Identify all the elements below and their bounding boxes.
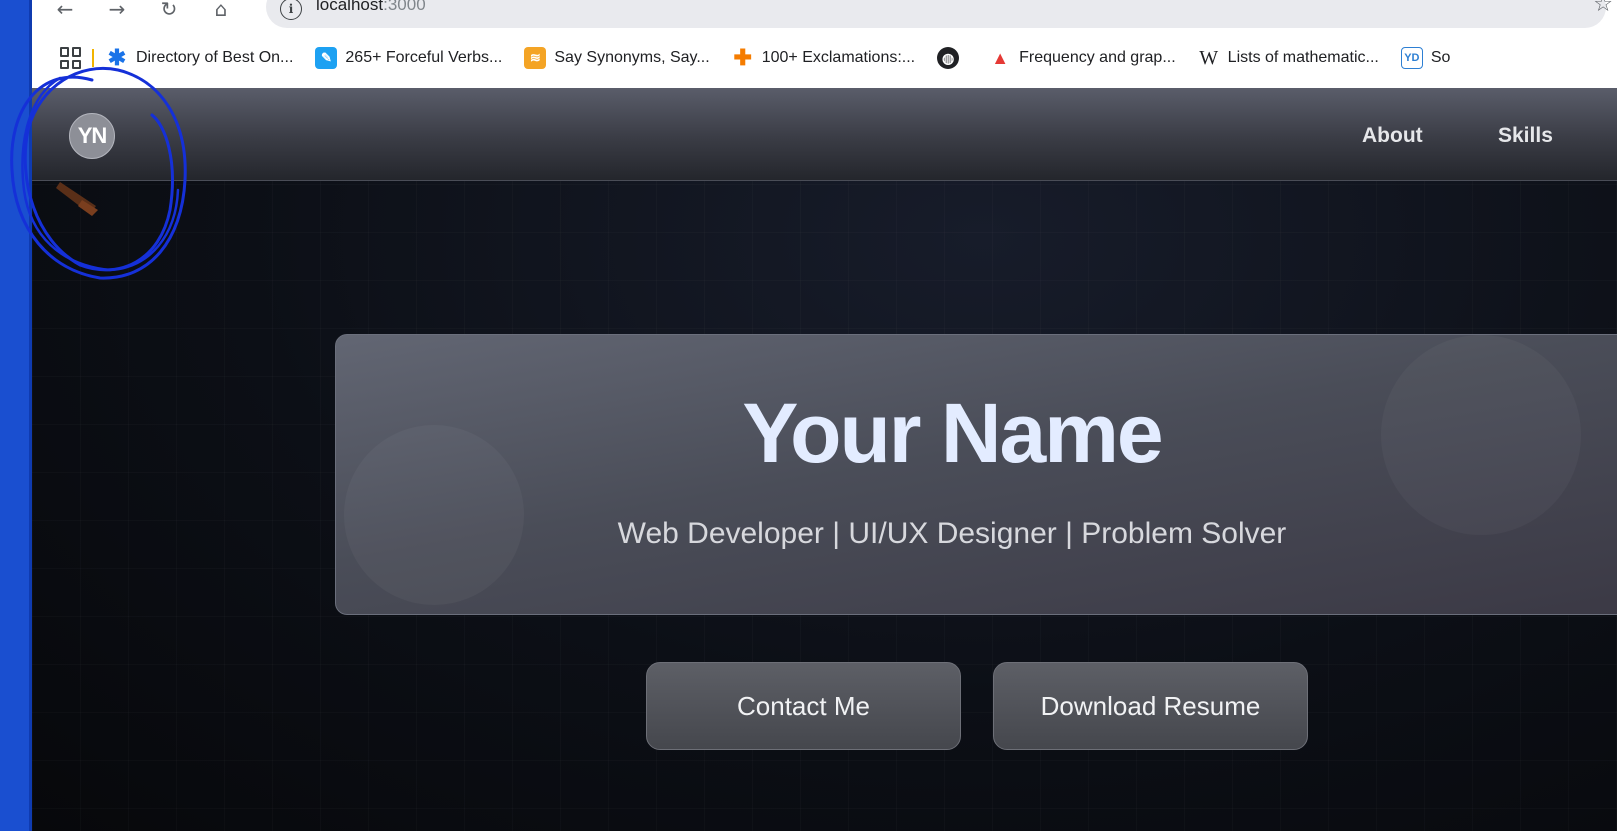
bookmark-label: Directory of Best On...	[136, 49, 294, 66]
forward-arrow-icon[interactable]: →	[102, 0, 132, 24]
stack-icon: ≋	[524, 47, 547, 69]
portfolio-page: YN About Skills Your Name Web Developer …	[32, 88, 1617, 831]
quill-icon: ✎	[315, 47, 338, 69]
bookmark-item[interactable]: YD So	[1400, 47, 1451, 69]
hero-card: Your Name Web Developer | UI/UX Designer…	[335, 334, 1617, 615]
brush-cursor-icon	[56, 182, 98, 216]
bookmark-item[interactable]: W Lists of mathematic...	[1198, 47, 1379, 69]
yd-icon: YD	[1400, 47, 1423, 69]
logo-badge[interactable]: YN	[69, 113, 115, 159]
bookmark-item[interactable]: ✱ Directory of Best On...	[106, 45, 294, 70]
url-text[interactable]: localhost:3000	[316, 0, 426, 15]
nav-link-skills[interactable]: Skills	[1498, 124, 1553, 148]
download-resume-button[interactable]: Download Resume	[993, 662, 1308, 750]
browser-chrome: ← → ↻ ⌂ i localhost:3000 ☆ ✱ Directory o…	[32, 0, 1617, 90]
bookmarks-bar: ✱ Directory of Best On... ✎ 265+ Forcefu…	[32, 42, 1617, 74]
reload-icon[interactable]: ↻	[154, 0, 184, 24]
bookmark-label: Lists of mathematic...	[1227, 49, 1379, 66]
url-port: :3000	[383, 0, 426, 14]
url-host: localhost	[316, 0, 384, 14]
bookmark-item[interactable]: ≋ Say Synonyms, Say...	[524, 47, 710, 69]
bookmark-label: So	[1430, 49, 1451, 66]
bookmark-item[interactable]: ◍	[937, 47, 967, 69]
bookmark-label: Frequency and grap...	[1019, 49, 1176, 66]
bookmarks-separator	[92, 49, 94, 67]
globe-icon: ◍	[937, 47, 960, 69]
apps-grid-icon[interactable]	[60, 47, 82, 69]
site-info-icon[interactable]: i	[280, 0, 302, 20]
back-arrow-icon[interactable]: ←	[50, 0, 80, 24]
cross-icon: ✚	[733, 45, 752, 70]
bookmark-item[interactable]: ✚ 100+ Exclamations:...	[732, 45, 916, 70]
contact-me-button[interactable]: Contact Me	[646, 662, 961, 750]
desktop-edge-strip	[0, 0, 32, 831]
home-icon[interactable]: ⌂	[206, 0, 236, 24]
bookmark-item[interactable]: ▲ Frequency and grap...	[989, 47, 1176, 69]
bookmark-item[interactable]: ✎ 265+ Forceful Verbs...	[315, 47, 502, 69]
site-navbar: YN About Skills	[32, 88, 1617, 181]
hero-tagline: Web Developer | UI/UX Designer | Problem…	[617, 517, 1287, 550]
bookmark-label: 100+ Exclamations:...	[761, 49, 916, 66]
browser-toolbar: ← → ↻ ⌂ i localhost:3000 ☆	[32, 0, 1617, 30]
nav-link-about[interactable]: About	[1362, 124, 1423, 148]
bookmark-label: Say Synonyms, Say...	[554, 49, 710, 66]
address-bar[interactable]: i localhost:3000	[266, 0, 1606, 28]
triangle-icon: ▲	[991, 47, 1010, 68]
bookmark-star-icon[interactable]: ☆	[1593, 0, 1613, 17]
hero-name: Your Name	[742, 386, 1163, 480]
asterisk-icon: ✱	[107, 45, 127, 70]
bookmark-label: 265+ Forceful Verbs...	[345, 49, 503, 66]
wikipedia-icon: W	[1199, 46, 1219, 69]
